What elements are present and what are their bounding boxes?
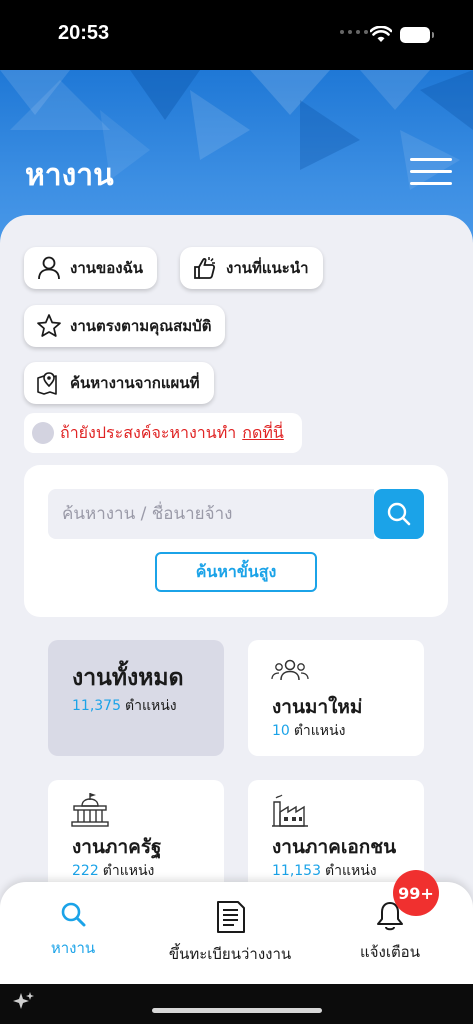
new-jobs-count: 10 ตำแหน่ง [272, 723, 346, 739]
private-jobs-count: 11,153 ตำแหน่ง [272, 863, 377, 879]
factory-icon [272, 794, 308, 827]
nav-notifications-label: แจ้งเตือน [360, 943, 420, 961]
notification-badge: 99+ [393, 870, 439, 916]
advanced-search-button[interactable]: ค้นหาขั้นสูง [155, 552, 317, 592]
status-bar: 20:53 [0, 0, 473, 70]
map-pin-icon [37, 372, 57, 395]
all-jobs-title: งานทั้งหมด [72, 665, 184, 691]
my-jobs-label: งานของฉัน [70, 259, 144, 277]
hamburger-menu-icon[interactable] [410, 158, 452, 186]
content-sheet: งานของฉัน งานที่แนะนำ งานตรงตามคุณสมบัติ… [0, 215, 473, 915]
search-input[interactable] [48, 489, 374, 539]
recommended-jobs-button[interactable]: งานที่แนะนำ [180, 247, 323, 289]
search-button[interactable] [374, 489, 424, 539]
star-icon [37, 314, 61, 337]
map-search-label: ค้นหางานจากแผนที่ [70, 374, 200, 392]
signal-icon [340, 30, 368, 34]
nav-find-jobs[interactable]: หางาน [48, 900, 98, 960]
government-jobs-card[interactable]: งานภาครัฐ 222 ตำแหน่ง [48, 780, 224, 896]
government-jobs-title: งานภาครัฐ [72, 836, 162, 858]
wifi-icon [370, 26, 392, 42]
search-card: ค้นหาขั้นสูง [24, 465, 448, 617]
home-indicator-area [0, 984, 473, 1024]
click-here-link[interactable]: กดที่นี่ [242, 421, 284, 446]
new-jobs-title: งานมาใหม่ [272, 696, 363, 718]
qualified-jobs-label: งานตรงตามคุณสมบัติ [70, 317, 212, 335]
nav-register-unemployment[interactable]: ขึ้นทะเบียนว่างงาน [160, 900, 300, 966]
document-icon [217, 901, 245, 933]
my-jobs-button[interactable]: งานของฉัน [24, 247, 158, 289]
government-jobs-count: 222 ตำแหน่ง [72, 863, 155, 879]
job-seeking-text: ถ้ายังประสงค์จะหางานทำ [60, 422, 237, 442]
people-group-icon [271, 659, 309, 681]
bottom-nav: หางาน ขึ้นทะเบียนว่างงาน แจ้งเตือน 99+ [0, 870, 473, 984]
battery-icon [400, 27, 434, 43]
all-jobs-card[interactable]: งานทั้งหมด 11,375 ตำแหน่ง [48, 640, 224, 756]
status-time: 20:53 [58, 22, 110, 44]
qualified-jobs-button[interactable]: งานตรงตามคุณสมบัติ [24, 305, 226, 347]
prompt-dot-icon [32, 422, 54, 444]
page-title: หางาน [25, 158, 114, 193]
search-icon [61, 902, 86, 927]
thumbs-up-icon [194, 257, 216, 279]
nav-find-jobs-label: หางาน [50, 939, 96, 957]
private-jobs-title: งานภาคเอกชน [272, 836, 397, 858]
new-jobs-card[interactable]: งานมาใหม่ 10 ตำแหน่ง [248, 640, 424, 756]
map-search-button[interactable]: ค้นหางานจากแผนที่ [24, 362, 214, 404]
government-building-icon [71, 793, 109, 827]
home-indicator[interactable] [152, 1008, 322, 1013]
all-jobs-count: 11,375 ตำแหน่ง [72, 698, 177, 714]
job-seeking-prompt[interactable]: ถ้ายังประสงค์จะหางานทำ กดที่นี่ [24, 413, 302, 453]
recommended-jobs-label: งานที่แนะนำ [226, 259, 309, 277]
sparkle-icon[interactable] [12, 990, 36, 1014]
person-icon [38, 256, 60, 280]
search-icon [387, 502, 411, 526]
nav-register-label: ขึ้นทะเบียนว่างงาน [168, 945, 292, 963]
